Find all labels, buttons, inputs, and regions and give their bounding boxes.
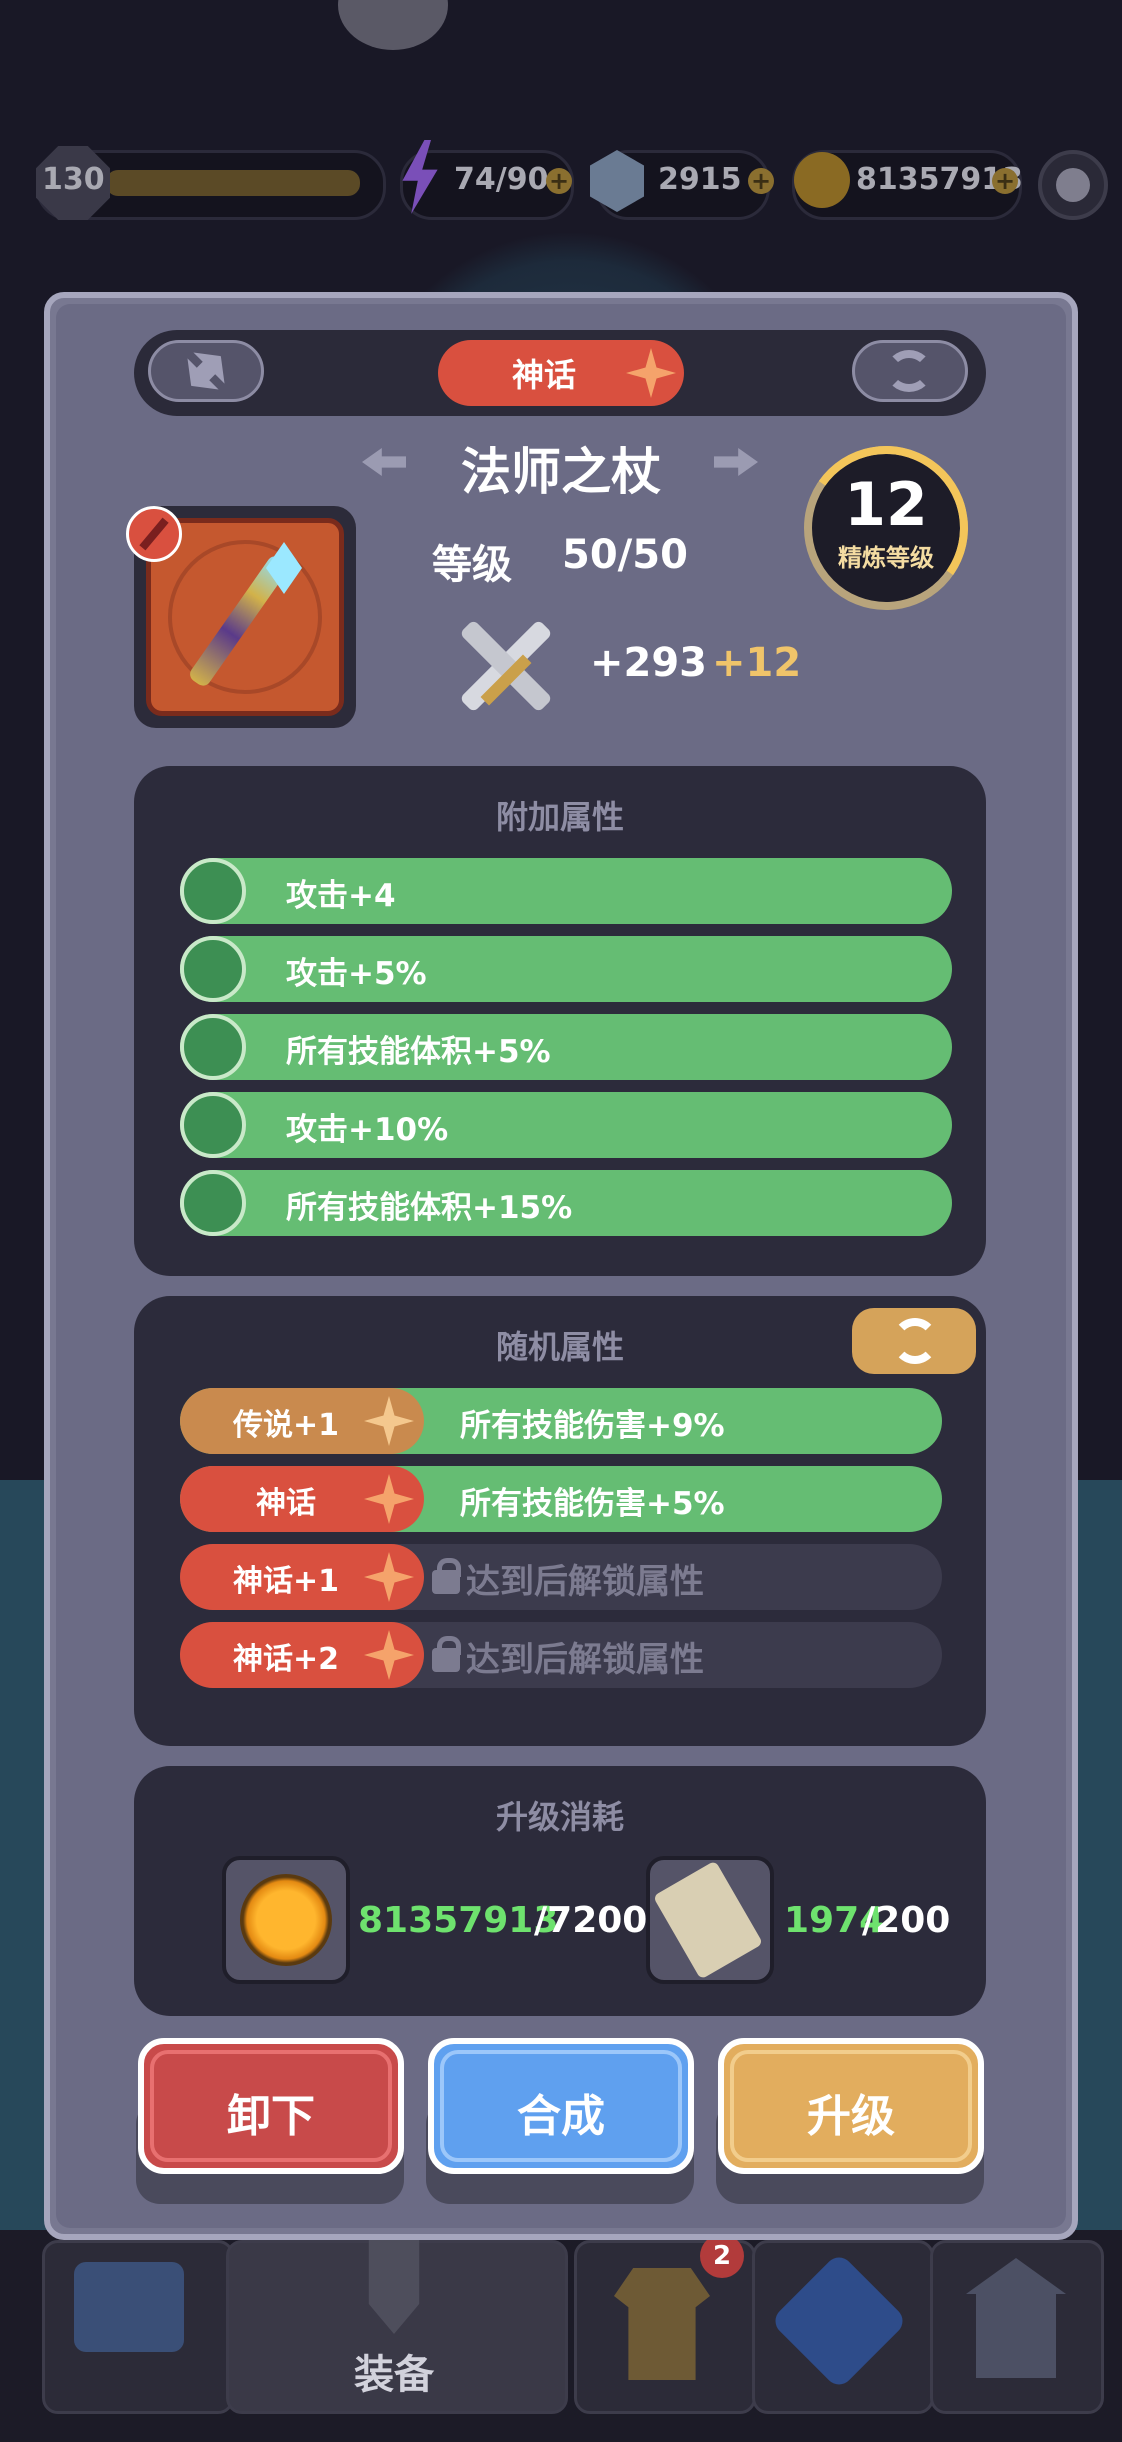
- check-icon: [180, 858, 246, 924]
- extra-attr-text: 攻击+10%: [286, 1112, 449, 1148]
- upgrade-cost-title: 升级消耗: [495, 1798, 624, 1836]
- gold-coin-icon: [794, 152, 850, 208]
- lock-icon: [432, 1648, 460, 1672]
- lock-icon: [432, 1570, 460, 1594]
- refine-level-number: 12: [844, 470, 928, 540]
- level-value: 50/50: [562, 532, 688, 578]
- gold-owned: 81357913: [358, 1900, 559, 1941]
- level-label: 等级: [432, 542, 512, 588]
- upgrade-label: 升级: [807, 2091, 895, 2142]
- refresh-icon: [886, 350, 932, 392]
- check-icon: [180, 936, 246, 1002]
- xp-fill: [106, 170, 360, 196]
- attack-value: +293: [590, 640, 708, 686]
- extra-attr-text: 所有技能体积+15%: [286, 1190, 573, 1226]
- random-attr-locked-text: 达到后解锁属性: [466, 1562, 704, 1602]
- random-attr-tag-label: 神话: [256, 1486, 316, 1521]
- add-gems-icon[interactable]: +: [748, 168, 774, 194]
- add-energy-icon[interactable]: +: [546, 168, 572, 194]
- unequip-label: 卸下: [227, 2091, 315, 2142]
- random-attr-tag-label: 神话+2: [232, 1642, 339, 1677]
- armor-icon: [614, 2268, 710, 2380]
- random-attr-locked-text: 达到后解锁属性: [466, 1640, 704, 1680]
- settings-gear-inner: [1056, 168, 1090, 202]
- extra-attr-text: 攻击+5%: [286, 956, 427, 992]
- random-attr-tag-label: 传说+1: [232, 1408, 339, 1443]
- extra-attr-text: 攻击+4: [286, 878, 396, 914]
- scroll-required: /200: [862, 1900, 951, 1941]
- extra-attr-text: 所有技能体积+5%: [286, 1034, 551, 1070]
- merge-label: 合成: [517, 2091, 605, 2142]
- nav-equipment-label: 装备: [354, 2352, 434, 2398]
- add-gold-icon[interactable]: +: [992, 168, 1018, 194]
- gem-count: 2915: [658, 162, 742, 197]
- random-attr-text: 所有技能伤害+9%: [460, 1408, 725, 1444]
- check-icon: [180, 1092, 246, 1158]
- attack-bonus: +12: [712, 640, 802, 686]
- gold-coin-icon: [240, 1874, 332, 1966]
- energy-value: 74/90: [454, 162, 549, 197]
- crossed-swords-icon: [440, 610, 570, 720]
- nav-badge: 2: [700, 2234, 744, 2278]
- extra-attributes-title: 附加属性: [495, 798, 624, 836]
- reroll-icon: [892, 1318, 938, 1364]
- rarity-label: 神话: [511, 356, 576, 394]
- random-attr-text: 所有技能伤害+5%: [460, 1486, 725, 1522]
- check-icon: [180, 1170, 246, 1236]
- chest-icon: [74, 2262, 184, 2352]
- random-attr-tag-label: 神话+1: [232, 1564, 339, 1599]
- player-level: 130: [42, 162, 105, 197]
- check-icon: [180, 1014, 246, 1080]
- item-name: 法师之杖: [461, 443, 661, 501]
- refine-level-label: 精炼等级: [838, 544, 934, 572]
